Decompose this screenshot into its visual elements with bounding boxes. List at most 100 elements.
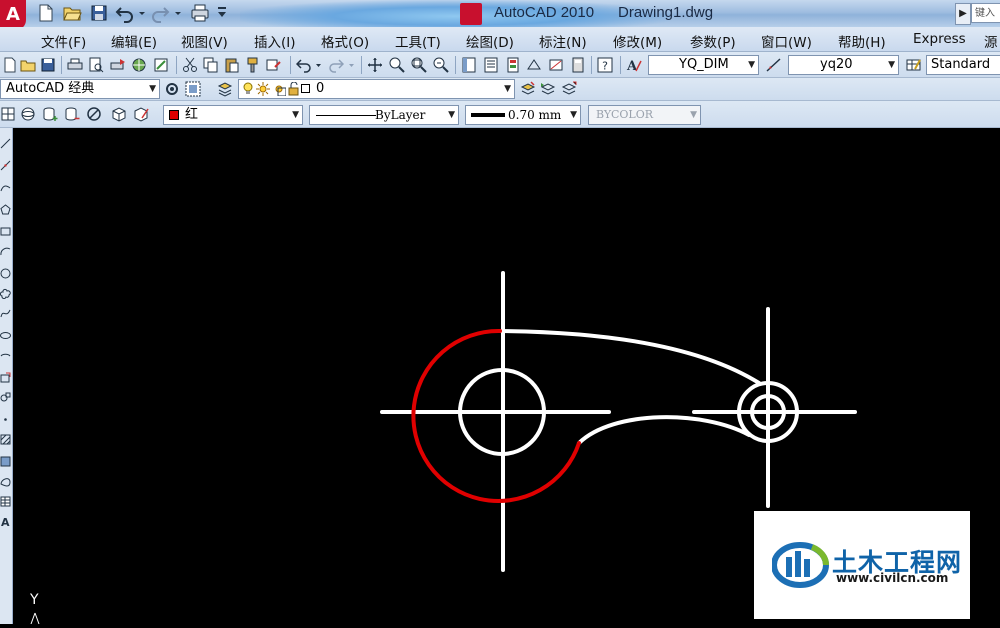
search-input[interactable]: 键入	[971, 3, 1000, 23]
menu-help[interactable]: 帮助(H)	[838, 31, 886, 51]
redo-icon[interactable]	[150, 3, 170, 23]
color-select[interactable]: 红 ▼	[163, 105, 303, 125]
gradient-icon[interactable]	[0, 456, 11, 467]
lower-connecting-arc[interactable]	[577, 415, 751, 445]
properties-icon[interactable]	[461, 57, 477, 73]
menu-express[interactable]: Express	[913, 31, 966, 47]
save-icon[interactable]	[89, 3, 109, 23]
make-object-layer-current-icon[interactable]	[520, 81, 536, 97]
menu-view[interactable]: 视图(V)	[181, 31, 228, 51]
zoom-window-icon[interactable]	[411, 57, 427, 73]
circle-icon[interactable]	[0, 268, 11, 279]
3d-box-icon[interactable]	[111, 106, 127, 122]
workspace-select[interactable]: AutoCAD 经典 ▼	[0, 79, 160, 99]
arc-icon[interactable]	[0, 246, 11, 257]
sphere-icon[interactable]	[20, 106, 36, 122]
insert-block-icon[interactable]	[0, 372, 11, 383]
customize-icon[interactable]	[185, 81, 201, 97]
markup-set-icon[interactable]	[548, 57, 564, 73]
help-icon[interactable]: ?	[597, 57, 613, 73]
3d-dwf-icon[interactable]	[131, 57, 147, 73]
polyline-icon[interactable]	[0, 182, 11, 193]
undo-icon[interactable]	[296, 57, 312, 73]
new-icon[interactable]	[2, 57, 18, 73]
cut-icon[interactable]	[182, 57, 198, 73]
open-icon[interactable]	[20, 57, 36, 73]
menu-insert[interactable]: 插入(I)	[254, 31, 296, 51]
table-icon[interactable]	[0, 496, 11, 507]
new-file-icon[interactable]	[36, 3, 56, 23]
dimension-style-select[interactable]: YQ_DIM ▼	[648, 55, 759, 75]
hatch-icon[interactable]	[0, 434, 11, 445]
table-style-select[interactable]: Standard	[926, 55, 1000, 75]
rectangle-icon[interactable]	[0, 226, 11, 237]
menu-source[interactable]: 源	[984, 31, 998, 51]
menu-parametric[interactable]: 参数(P)	[690, 31, 736, 51]
open-folder-icon[interactable]	[62, 3, 82, 23]
layer-states-icon[interactable]	[561, 81, 577, 97]
upper-connecting-arc[interactable]	[498, 329, 761, 385]
table-style-icon[interactable]	[906, 57, 922, 73]
revision-cloud-icon[interactable]	[0, 288, 11, 299]
cylinder-add-icon[interactable]	[42, 106, 58, 122]
copy-icon[interactable]	[203, 57, 219, 73]
app-menu-button[interactable]: A	[0, 0, 26, 27]
linetype-select[interactable]: ByLayer ▼	[309, 105, 459, 125]
save-icon[interactable]	[40, 57, 56, 73]
search-expand-button[interactable]: ▶	[955, 3, 971, 25]
match-properties-icon[interactable]	[245, 57, 261, 73]
paste-icon[interactable]	[224, 57, 240, 73]
ellipse-icon[interactable]	[0, 330, 11, 341]
layer-previous-icon[interactable]	[540, 81, 556, 97]
sheet-set-icon[interactable]	[526, 57, 542, 73]
plot-icon[interactable]	[67, 57, 83, 73]
line-icon[interactable]	[0, 138, 11, 149]
etransmit-icon[interactable]	[153, 57, 169, 73]
quick-access-dropdown-icon[interactable]	[216, 3, 228, 23]
tool-palettes-icon[interactable]	[505, 57, 521, 73]
box-icon[interactable]	[0, 106, 16, 122]
dimension-style-icon[interactable]	[766, 57, 782, 73]
menu-modify[interactable]: 修改(M)	[613, 31, 662, 51]
redo-dropdown-icon[interactable]	[348, 57, 355, 73]
ellipse-arc-icon[interactable]	[0, 350, 11, 361]
undo-dropdown-icon[interactable]	[138, 3, 146, 23]
no-symbol-icon[interactable]	[86, 106, 102, 122]
cylinder-remove-icon[interactable]	[64, 106, 80, 122]
lineweight-select[interactable]: 0.70 mm ▼	[465, 105, 581, 125]
undo-icon[interactable]	[115, 3, 135, 23]
pan-icon[interactable]	[367, 57, 383, 73]
redo-icon[interactable]	[328, 57, 344, 73]
menu-dimension[interactable]: 标注(N)	[539, 31, 587, 51]
design-center-icon[interactable]	[483, 57, 499, 73]
zoom-previous-icon[interactable]	[433, 57, 449, 73]
3d-edit-icon[interactable]	[133, 106, 149, 122]
menu-edit[interactable]: 编辑(E)	[111, 31, 157, 51]
multiline-text-icon[interactable]: A	[0, 516, 11, 527]
region-icon[interactable]	[0, 476, 11, 487]
zoom-realtime-icon[interactable]	[389, 57, 405, 73]
workspace-settings-icon[interactable]	[164, 81, 180, 97]
menu-window[interactable]: 窗口(W)	[761, 31, 812, 51]
make-block-icon[interactable]	[0, 392, 11, 403]
redo-dropdown-icon[interactable]	[174, 3, 182, 23]
construction-line-icon[interactable]	[0, 160, 11, 171]
menu-tools[interactable]: 工具(T)	[395, 31, 441, 51]
plot-icon[interactable]	[190, 3, 210, 23]
polygon-icon[interactable]	[0, 204, 11, 215]
layer-select[interactable]: 0 ▼	[238, 79, 515, 99]
menu-format[interactable]: 格式(O)	[321, 31, 369, 51]
text-style-icon[interactable]: A	[626, 57, 642, 73]
publish-icon[interactable]	[110, 57, 126, 73]
plot-preview-icon[interactable]	[88, 57, 104, 73]
menu-draw[interactable]: 绘图(D)	[466, 31, 514, 51]
spline-icon[interactable]	[0, 308, 11, 319]
layer-properties-icon[interactable]	[217, 81, 233, 97]
calculator-icon[interactable]	[570, 57, 586, 73]
block-editor-icon[interactable]	[266, 57, 282, 73]
undo-dropdown-icon[interactable]	[315, 57, 322, 73]
point-icon[interactable]	[0, 414, 11, 425]
selected-red-arc[interactable]	[411, 328, 581, 503]
text-style-select[interactable]: yq20 ▼	[788, 55, 899, 75]
menu-file[interactable]: 文件(F)	[41, 31, 86, 51]
